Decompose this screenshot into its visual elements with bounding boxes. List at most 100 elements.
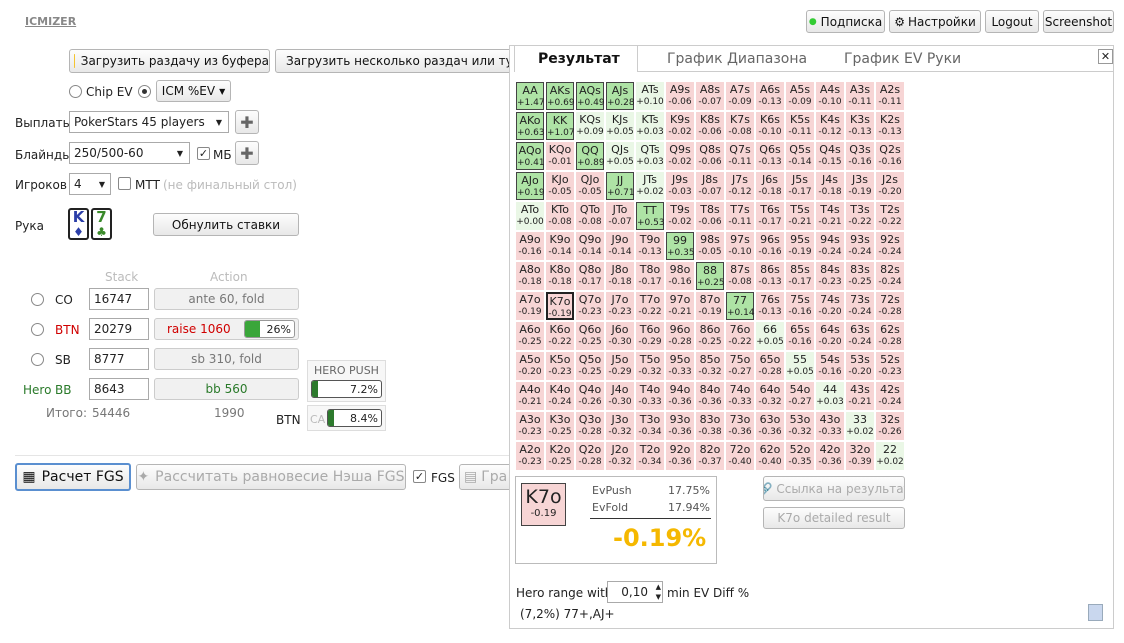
hand-cell-t5s[interactable]: T5s -0.21 xyxy=(786,202,814,230)
hand-cell-75o[interactable]: 75o -0.27 xyxy=(726,352,754,380)
hand-cell-74s[interactable]: 74s -0.20 xyxy=(816,292,844,320)
hand-cell-kk[interactable]: KK +1.07 xyxy=(546,112,575,140)
seat-bb-stack[interactable]: 8643 xyxy=(89,378,149,400)
hand-cell-88[interactable]: 88 +0.25 xyxy=(696,262,725,290)
hand-cell-43o[interactable]: 43o -0.33 xyxy=(816,412,844,440)
icm-ev-radio[interactable] xyxy=(138,85,151,98)
hand-cell-t6s[interactable]: T6s -0.17 xyxy=(756,202,784,230)
hand-cell-82s[interactable]: 82s -0.24 xyxy=(876,262,904,290)
hand-cell-a9s[interactable]: A9s -0.06 xyxy=(666,82,694,110)
hand-cell-aqs[interactable]: AQs +0.49 xyxy=(576,82,605,110)
seat-sb-stack[interactable]: 8777 xyxy=(89,348,149,370)
hand-cell-q7s[interactable]: Q7s -0.11 xyxy=(726,142,754,170)
hand-cell-a2o[interactable]: A2o -0.23 xyxy=(516,442,544,470)
icm-ev-select[interactable]: ICM %EV ▼ xyxy=(156,80,231,102)
hand-cell-j7o[interactable]: J7o -0.23 xyxy=(606,292,634,320)
hand-cell-53s[interactable]: 53s -0.20 xyxy=(846,352,874,380)
hand-cell-a3o[interactable]: A3o -0.23 xyxy=(516,412,544,440)
hand-cell-kqo[interactable]: KQo -0.01 xyxy=(546,142,574,170)
hand-cell-64s[interactable]: 64s -0.20 xyxy=(816,322,844,350)
hand-cell-95o[interactable]: 95o -0.33 xyxy=(666,352,694,380)
hand-cell-84o[interactable]: 84o -0.36 xyxy=(696,382,724,410)
hand-cell-85o[interactable]: 85o -0.32 xyxy=(696,352,724,380)
hand-cell-k4s[interactable]: K4s -0.12 xyxy=(816,112,844,140)
hand-cell-a2s[interactable]: A2s -0.11 xyxy=(876,82,904,110)
hand-cell-q9o[interactable]: Q9o -0.14 xyxy=(576,232,604,260)
hand-cell-63o[interactable]: 63o -0.36 xyxy=(756,412,784,440)
hand-cell-a6o[interactable]: A6o -0.25 xyxy=(516,322,544,350)
hand-cell-93o[interactable]: 93o -0.36 xyxy=(666,412,694,440)
hand-cell-k2s[interactable]: K2s -0.13 xyxy=(876,112,904,140)
hand-cell-qjo[interactable]: QJo -0.05 xyxy=(576,172,604,200)
settings-button[interactable]: ⚙ Настройки xyxy=(889,10,981,33)
hand-cell-q5o[interactable]: Q5o -0.25 xyxy=(576,352,604,380)
hand-cell-22[interactable]: 22 +0.02 xyxy=(876,442,904,470)
hand-cell-t9s[interactable]: T9s -0.02 xyxy=(666,202,694,230)
hand-cell-aks[interactable]: AKs +0.69 xyxy=(546,82,575,110)
hand-cell-32o[interactable]: 32o -0.39 xyxy=(846,442,874,470)
hand-cell-43s[interactable]: 43s -0.21 xyxy=(846,382,874,410)
hand-cell-87s[interactable]: 87s -0.08 xyxy=(726,262,754,290)
load-clipboard-button[interactable]: Загрузить раздачу из буфера xyxy=(69,49,270,73)
close-icon[interactable]: ✕ xyxy=(1098,49,1113,64)
min-ev-diff-input[interactable]: 0,10 ▲ ▼ xyxy=(607,581,663,603)
hand-cell-ats[interactable]: ATs +0.10 xyxy=(636,82,664,110)
hand-cell-a8o[interactable]: A8o -0.18 xyxy=(516,262,544,290)
hand-cell-j7s[interactable]: J7s -0.12 xyxy=(726,172,754,200)
hand-cell-t3o[interactable]: T3o -0.34 xyxy=(636,412,664,440)
hand-cell-k5s[interactable]: K5s -0.11 xyxy=(786,112,814,140)
hand-cell-q9s[interactable]: Q9s -0.02 xyxy=(666,142,694,170)
hand-cell-t8o[interactable]: T8o -0.17 xyxy=(636,262,664,290)
hand-cell-42s[interactable]: 42s -0.24 xyxy=(876,382,904,410)
hand-cell-tt[interactable]: TT +0.53 xyxy=(636,202,665,230)
hand-cell-j6s[interactable]: J6s -0.18 xyxy=(756,172,784,200)
hand-cell-t2o[interactable]: T2o -0.34 xyxy=(636,442,664,470)
hand-cell-65s[interactable]: 65s -0.16 xyxy=(786,322,814,350)
mtt-checkbox[interactable] xyxy=(118,177,131,190)
hand-cell-k7o[interactable]: K7o -0.19 xyxy=(546,292,574,320)
mb-checkbox[interactable]: ✓ xyxy=(197,147,210,160)
hand-cell-a7s[interactable]: A7s -0.09 xyxy=(726,82,754,110)
hand-cell-32s[interactable]: 32s -0.26 xyxy=(876,412,904,440)
hand-cell-j6o[interactable]: J6o -0.30 xyxy=(606,322,634,350)
hand-cell-j9o[interactable]: J9o -0.14 xyxy=(606,232,634,260)
hand-cell-44[interactable]: 44 +0.03 xyxy=(816,382,844,410)
hand-cell-82o[interactable]: 82o -0.37 xyxy=(696,442,724,470)
seat-co-action[interactable]: ante 60, fold xyxy=(154,288,299,310)
hand-cell-t7o[interactable]: T7o -0.22 xyxy=(636,292,664,320)
hand-cell-a9o[interactable]: A9o -0.16 xyxy=(516,232,544,260)
tab-range[interactable]: График Диапазона xyxy=(667,51,807,67)
hand-cell-j9s[interactable]: J9s -0.03 xyxy=(666,172,694,200)
hand-cell-a4o[interactable]: A4o -0.21 xyxy=(516,382,544,410)
hand-cell-97o[interactable]: 97o -0.21 xyxy=(666,292,694,320)
chip-ev-radio[interactable] xyxy=(69,85,82,98)
hand-cell-98s[interactable]: 98s -0.05 xyxy=(696,232,724,260)
detailed-result-button[interactable]: K7o detailed result xyxy=(763,507,905,529)
hand-cell-a6s[interactable]: A6s -0.13 xyxy=(756,82,784,110)
hand-cell-a3s[interactable]: A3s -0.11 xyxy=(846,82,874,110)
hand-cell-54o[interactable]: 54o -0.27 xyxy=(786,382,814,410)
seat-btn-stack[interactable]: 20279 xyxy=(89,318,149,340)
hand-cell-qq[interactable]: QQ +0.89 xyxy=(576,142,605,170)
screenshot-button[interactable]: Screenshot xyxy=(1043,10,1114,33)
hand-cell-kto[interactable]: KTo -0.08 xyxy=(546,202,574,230)
hand-cell-q3s[interactable]: Q3s -0.16 xyxy=(846,142,874,170)
hand-cell-76s[interactable]: 76s -0.13 xyxy=(756,292,784,320)
hand-cell-a8s[interactable]: A8s -0.07 xyxy=(696,82,724,110)
hand-cell-j3s[interactable]: J3s -0.19 xyxy=(846,172,874,200)
hand-cell-95s[interactable]: 95s -0.19 xyxy=(786,232,814,260)
hand-cell-52s[interactable]: 52s -0.23 xyxy=(876,352,904,380)
hand-cell-42o[interactable]: 42o -0.36 xyxy=(816,442,844,470)
hand-cell-87o[interactable]: 87o -0.19 xyxy=(696,292,724,320)
hand-cell-k2o[interactable]: K2o -0.25 xyxy=(546,442,574,470)
seat-bb-action[interactable]: bb 560 xyxy=(154,378,299,400)
hand-cell-k9s[interactable]: K9s -0.02 xyxy=(666,112,694,140)
fgs-checkbox[interactable]: ✓ xyxy=(413,470,426,483)
hand-cell-77[interactable]: 77 +0.14 xyxy=(726,292,755,320)
document-icon[interactable] xyxy=(1088,604,1103,621)
tab-ev[interactable]: График EV Руки xyxy=(844,51,961,67)
hand-cell-96s[interactable]: 96s -0.16 xyxy=(756,232,784,260)
hand-cell-q3o[interactable]: Q3o -0.28 xyxy=(576,412,604,440)
hand-cell-66[interactable]: 66 +0.05 xyxy=(756,322,784,350)
hand-cell-aa[interactable]: AA +1.47 xyxy=(516,82,545,110)
